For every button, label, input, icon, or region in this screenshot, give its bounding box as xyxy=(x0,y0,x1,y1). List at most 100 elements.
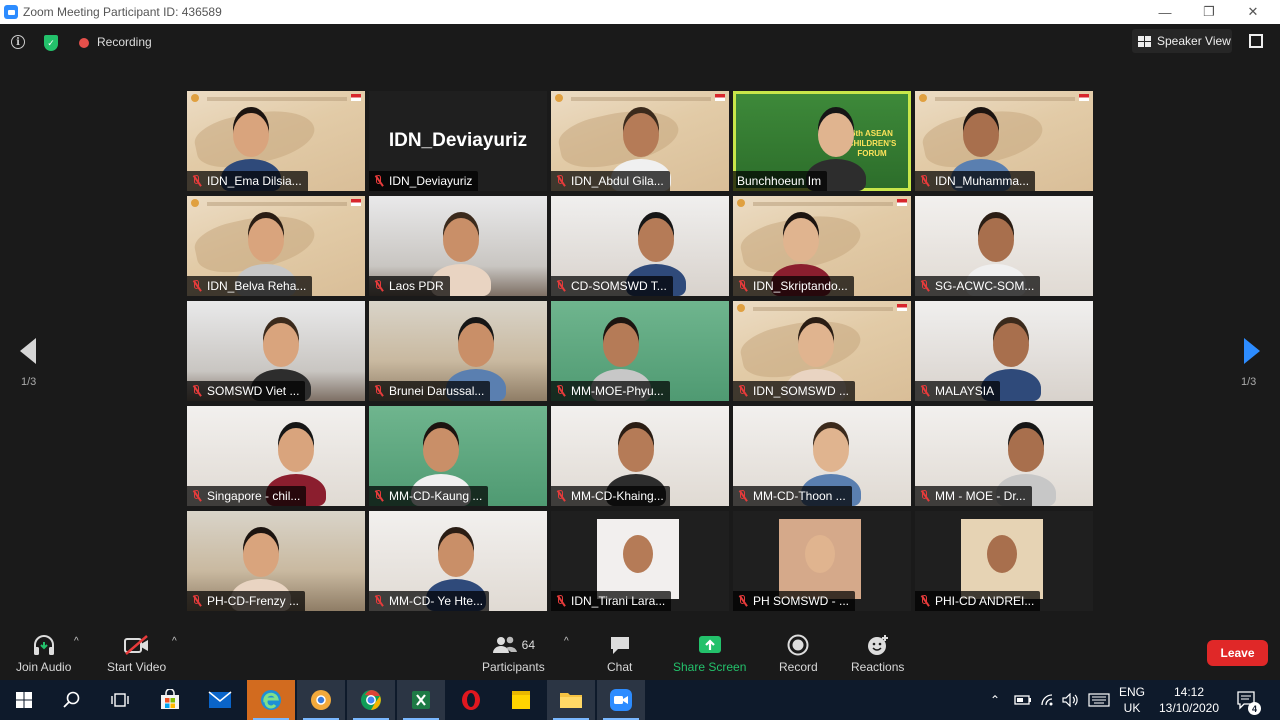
keyboard-icon[interactable] xyxy=(1088,680,1110,720)
mail-icon[interactable] xyxy=(196,680,244,720)
participant-tile[interactable]: MM-CD-Thoon ... xyxy=(733,406,911,506)
fullscreen-icon[interactable] xyxy=(1249,34,1263,48)
excel-icon[interactable] xyxy=(397,680,445,720)
participant-tile[interactable]: MM-CD-Kaung ... xyxy=(369,406,547,506)
participant-name-bar: IDN_Deviayuriz xyxy=(369,171,479,191)
join-audio-button[interactable]: Join Audio xyxy=(16,630,71,674)
start-video-label: Start Video xyxy=(107,660,167,674)
participant-tile[interactable]: IDN_Belva Reha... xyxy=(187,196,365,296)
minimize-button[interactable]: — xyxy=(1142,0,1188,24)
notification-count: 4 xyxy=(1248,702,1261,715)
restore-button[interactable]: ❐ xyxy=(1186,0,1232,24)
microsoft-store-icon[interactable] xyxy=(146,680,194,720)
indonesia-flag-icon xyxy=(351,199,361,206)
next-page-arrow-icon[interactable] xyxy=(1244,338,1260,364)
participant-tile[interactable]: 6th ASEAN CHILDREN'S FORUM Bunchhoeun Im xyxy=(733,91,911,191)
opera-browser-icon[interactable] xyxy=(447,680,495,720)
participants-options-caret-icon[interactable]: ^ xyxy=(564,636,569,647)
previous-page-arrow-icon[interactable] xyxy=(20,338,36,364)
participant-name-bar: MALAYSIA xyxy=(915,381,1001,401)
participant-tile[interactable]: PHI-CD ANDREI... xyxy=(915,511,1093,611)
record-label: Record xyxy=(779,660,818,674)
participant-tile[interactable]: SG-ACWC-SOM... xyxy=(915,196,1093,296)
participant-name-bar: MM-CD- Ye Hte... xyxy=(369,591,490,611)
wifi-icon[interactable] xyxy=(1040,680,1056,720)
participant-name: CD-SOMSWD T... xyxy=(571,279,667,293)
edge-browser-icon[interactable] xyxy=(247,680,295,720)
participants-button[interactable]: 64 Participants xyxy=(482,630,545,674)
leave-meeting-button[interactable]: Leave xyxy=(1207,640,1268,666)
participant-tile[interactable]: CD-SOMSWD T... xyxy=(551,196,729,296)
forum-logo-icon xyxy=(555,94,563,102)
participant-tile[interactable]: PH-CD-Frenzy ... xyxy=(187,511,365,611)
share-screen-button[interactable]: Share Screen xyxy=(673,630,746,674)
windows-start-icon[interactable] xyxy=(0,680,48,720)
close-button[interactable]: ✕ xyxy=(1230,0,1276,24)
participant-tile[interactable]: IDN_Abdul Gila... xyxy=(551,91,729,191)
participant-tile[interactable]: MALAYSIA xyxy=(915,301,1093,401)
participant-tile[interactable]: Brunei Darussal... xyxy=(369,301,547,401)
sticky-notes-icon[interactable] xyxy=(497,680,545,720)
muted-mic-icon xyxy=(373,174,385,188)
participant-name-bar: CD-SOMSWD T... xyxy=(551,276,673,296)
start-video-button[interactable]: Start Video xyxy=(107,630,166,674)
reactions-button[interactable]: Reactions xyxy=(851,630,904,674)
participant-name-bar: IDN_Muhamma... xyxy=(915,171,1036,191)
participant-tile[interactable]: PH SOMSWD - ... xyxy=(733,511,911,611)
meeting-info-icon[interactable]: i xyxy=(11,35,25,49)
recording-indicator-icon xyxy=(79,38,89,48)
system-clock[interactable]: 14:12 13/10/2020 xyxy=(1156,680,1222,720)
chat-button[interactable]: Chat xyxy=(607,630,632,674)
participant-name-bar: MM-CD-Kaung ... xyxy=(369,486,489,506)
participant-tile[interactable]: IDN_Ema Dilsia... xyxy=(187,91,365,191)
participant-name-bar: PH SOMSWD - ... xyxy=(733,591,855,611)
participant-face xyxy=(1008,428,1044,472)
muted-mic-icon xyxy=(737,279,749,293)
notifications-icon[interactable]: 4 xyxy=(1236,680,1261,720)
headphones-icon xyxy=(31,630,57,660)
encryption-shield-icon[interactable]: ✓ xyxy=(44,35,58,51)
participant-name-bar: IDN_SOMSWD ... xyxy=(733,381,856,401)
participant-tile[interactable]: MM-MOE-Phyu... xyxy=(551,301,729,401)
participant-tile[interactable]: IDN_SOMSWD ... xyxy=(733,301,911,401)
participant-tile[interactable]: IDN_Skriptando... xyxy=(733,196,911,296)
indonesia-flag-icon xyxy=(897,304,907,311)
muted-mic-icon xyxy=(737,594,749,608)
participant-tile[interactable]: IDN_Deviayuriz IDN_Deviayuriz xyxy=(369,91,547,191)
participant-tile[interactable]: Singapore - chil... xyxy=(187,406,365,506)
muted-mic-icon xyxy=(737,384,749,398)
video-off-icon xyxy=(123,630,151,660)
taskbar-search-icon[interactable] xyxy=(48,680,96,720)
chrome-canary-icon[interactable] xyxy=(297,680,345,720)
participant-tile[interactable]: MM - MOE - Dr... xyxy=(915,406,1093,506)
participant-tile[interactable]: MM-CD- Ye Hte... xyxy=(369,511,547,611)
window-titlebar: Zoom Meeting Participant ID: 436589 — ❐ … xyxy=(0,0,1280,24)
input-language[interactable]: ENG UK xyxy=(1119,680,1145,720)
speaker-view-button[interactable]: Speaker View xyxy=(1132,29,1232,53)
video-options-caret-icon[interactable]: ^ xyxy=(172,636,177,647)
record-button[interactable]: Record xyxy=(779,630,818,674)
participant-tile[interactable]: Laos PDR xyxy=(369,196,547,296)
clock-date: 13/10/2020 xyxy=(1158,701,1220,715)
participants-count: 64 xyxy=(521,638,536,652)
participant-face xyxy=(438,533,474,577)
participant-tile[interactable]: SOMSWD Viet ... xyxy=(187,301,365,401)
participant-tile[interactable]: IDN_Muhamma... xyxy=(915,91,1093,191)
muted-mic-icon xyxy=(555,489,567,503)
participant-face xyxy=(963,113,999,157)
battery-icon[interactable] xyxy=(1014,680,1032,720)
participant-tile[interactable]: IDN_Tirani Lara... xyxy=(551,511,729,611)
volume-icon[interactable] xyxy=(1062,680,1080,720)
chrome-icon[interactable] xyxy=(347,680,395,720)
participant-tile[interactable]: MM-CD-Khaing... xyxy=(551,406,729,506)
participant-name: IDN_Skriptando... xyxy=(753,279,848,293)
participant-name: Laos PDR xyxy=(389,279,444,293)
audio-options-caret-icon[interactable]: ^ xyxy=(74,636,79,647)
participant-name: MM-CD-Kaung ... xyxy=(389,489,483,503)
task-view-icon[interactable] xyxy=(96,680,144,720)
indonesia-flag-icon xyxy=(897,199,907,206)
zoom-app-icon[interactable] xyxy=(597,680,645,720)
file-explorer-icon[interactable] xyxy=(547,680,595,720)
keyboard-layout: UK xyxy=(1123,701,1141,715)
show-hidden-icons-caret-icon[interactable]: ⌃ xyxy=(990,680,1000,720)
